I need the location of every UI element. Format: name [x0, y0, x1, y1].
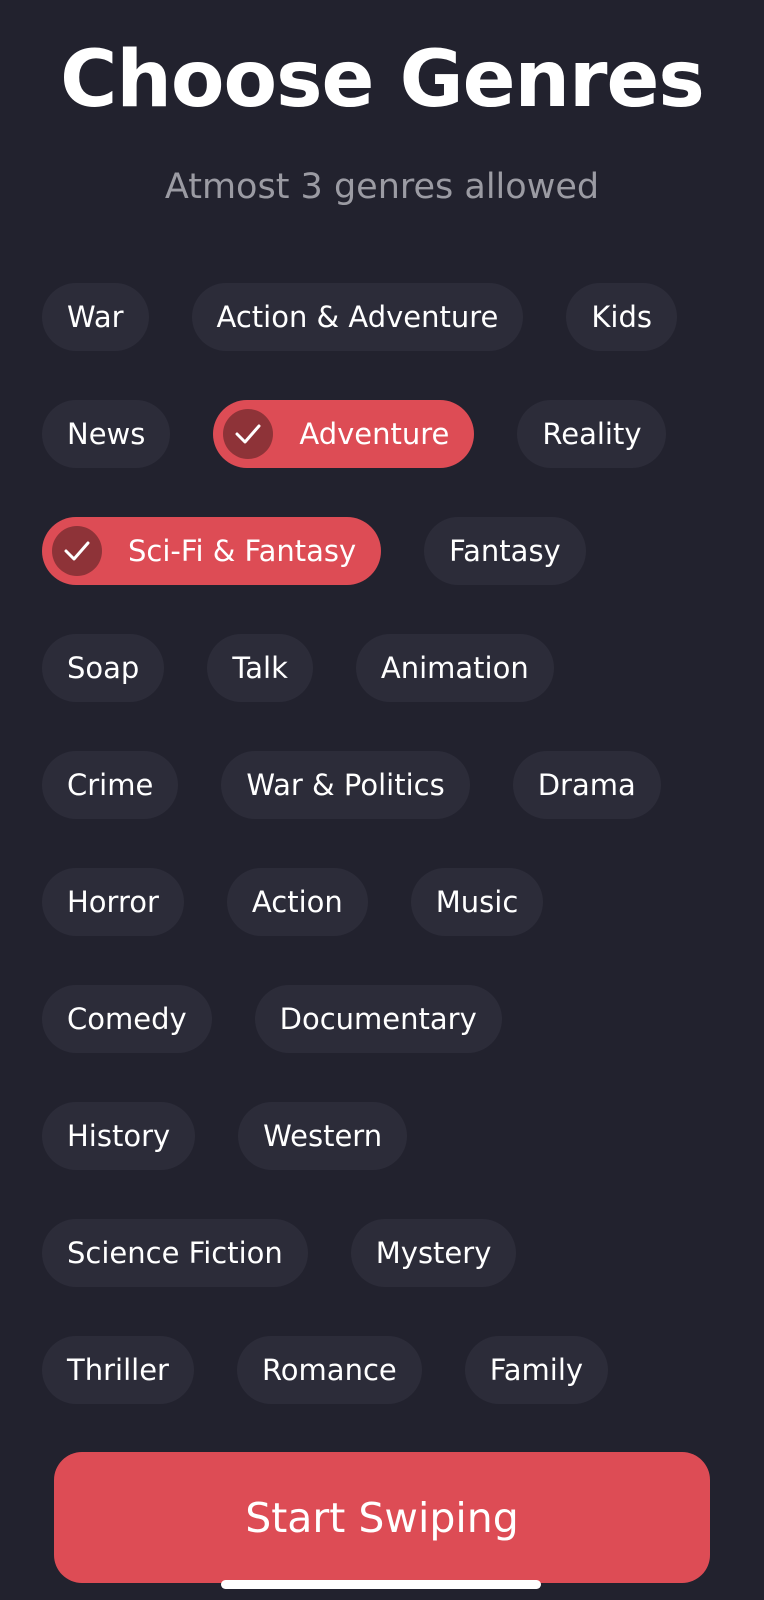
genre-chip[interactable]: Action & Adventure [191, 283, 524, 351]
genre-chip-label: Crime [67, 768, 154, 802]
genre-chip[interactable]: Adventure [213, 400, 475, 468]
genre-chip[interactable]: Thriller [42, 1336, 194, 1404]
genre-chip[interactable]: War & Politics [221, 751, 470, 819]
genre-chip-label: Kids [591, 300, 652, 334]
genre-chip-label: Action & Adventure [216, 300, 499, 334]
genre-chip[interactable]: Fantasy [424, 517, 586, 585]
check-icon [52, 526, 102, 576]
genre-row: Soap Talk Animation [42, 634, 732, 702]
genre-chip[interactable]: Animation [355, 634, 554, 702]
genre-row: Science Fiction Mystery [42, 1219, 732, 1287]
genre-chip-label: Animation [380, 651, 529, 685]
genre-chip[interactable]: Talk [207, 634, 313, 702]
genre-row: War Action & Adventure Kids [42, 283, 732, 351]
genre-chip-label: Romance [261, 1353, 397, 1387]
genre-row: Horror Action Music [42, 868, 732, 936]
genre-row: Sci-Fi & Fantasy Fantasy [42, 517, 732, 585]
page-subtitle: Atmost 3 genres allowed [164, 167, 600, 207]
genre-chip[interactable]: Science Fiction [42, 1219, 308, 1287]
genre-row: Crime War & Politics Drama [42, 751, 732, 819]
page-title: Choose Genres [60, 35, 705, 125]
genre-grid: War Action & Adventure Kids News Adventure Re… [42, 283, 732, 1453]
genre-chip-label: Thriller [67, 1353, 169, 1387]
genre-chip-label: Action [251, 885, 343, 919]
genre-row: News Adventure Reality [42, 400, 732, 468]
genre-chip[interactable]: Reality [517, 400, 667, 468]
home-indicator [221, 1580, 541, 1589]
genre-chip[interactable]: Horror [42, 868, 184, 936]
genre-chip[interactable]: Mystery [350, 1219, 517, 1287]
genre-chip-label: Soap [67, 651, 140, 685]
genre-chip[interactable]: Action [226, 868, 368, 936]
genre-chip-label: Mystery [375, 1236, 492, 1270]
genre-chip-label: Fantasy [449, 534, 561, 568]
genre-chip-label: History [67, 1119, 171, 1153]
genre-chip[interactable]: Documentary [254, 985, 502, 1053]
genre-chip[interactable]: Sci-Fi & Fantasy [42, 517, 382, 585]
check-icon [223, 409, 274, 459]
genre-chip-label: War & Politics [246, 768, 445, 802]
genre-chip[interactable]: Crime [42, 751, 179, 819]
genre-chip[interactable]: Soap [42, 634, 165, 702]
genre-row: Comedy Documentary [42, 985, 732, 1053]
genre-chip-label: Music [435, 885, 519, 919]
genre-chip-label: Science Fiction [67, 1236, 283, 1270]
genre-chip-label: Comedy [67, 1002, 187, 1036]
genre-chip-label: Sci-Fi & Fantasy [128, 534, 357, 568]
genre-chip[interactable]: History [42, 1102, 196, 1170]
genre-chip[interactable]: Kids [566, 283, 677, 351]
genre-row: History Western [42, 1102, 732, 1170]
genre-chip[interactable]: Drama [512, 751, 661, 819]
genre-chip[interactable]: Romance [236, 1336, 422, 1404]
genre-chip-label: Documentary [279, 1002, 477, 1036]
genre-chip[interactable]: Family [464, 1336, 609, 1404]
genre-chip[interactable]: Music [410, 868, 544, 936]
genre-chip-label: Drama [537, 768, 636, 802]
genre-chip-label: Western [263, 1119, 383, 1153]
genre-chip-label: Horror [67, 885, 159, 919]
genre-chip[interactable]: Comedy [42, 985, 212, 1053]
genre-chip-label: News [67, 417, 146, 451]
genre-chip-label: Reality [542, 417, 642, 451]
genre-chip-label: Adventure [299, 417, 450, 451]
genre-chip-label: Family [489, 1353, 584, 1387]
genre-chip-label: Talk [232, 651, 288, 685]
start-swiping-button[interactable]: Start Swiping [54, 1452, 710, 1583]
genre-chip-label: War [67, 300, 124, 334]
genre-chip[interactable]: News [42, 400, 171, 468]
genre-chip[interactable]: War [42, 283, 149, 351]
genre-chip[interactable]: Western [238, 1102, 408, 1170]
genre-row: Thriller Romance Family [42, 1336, 732, 1404]
